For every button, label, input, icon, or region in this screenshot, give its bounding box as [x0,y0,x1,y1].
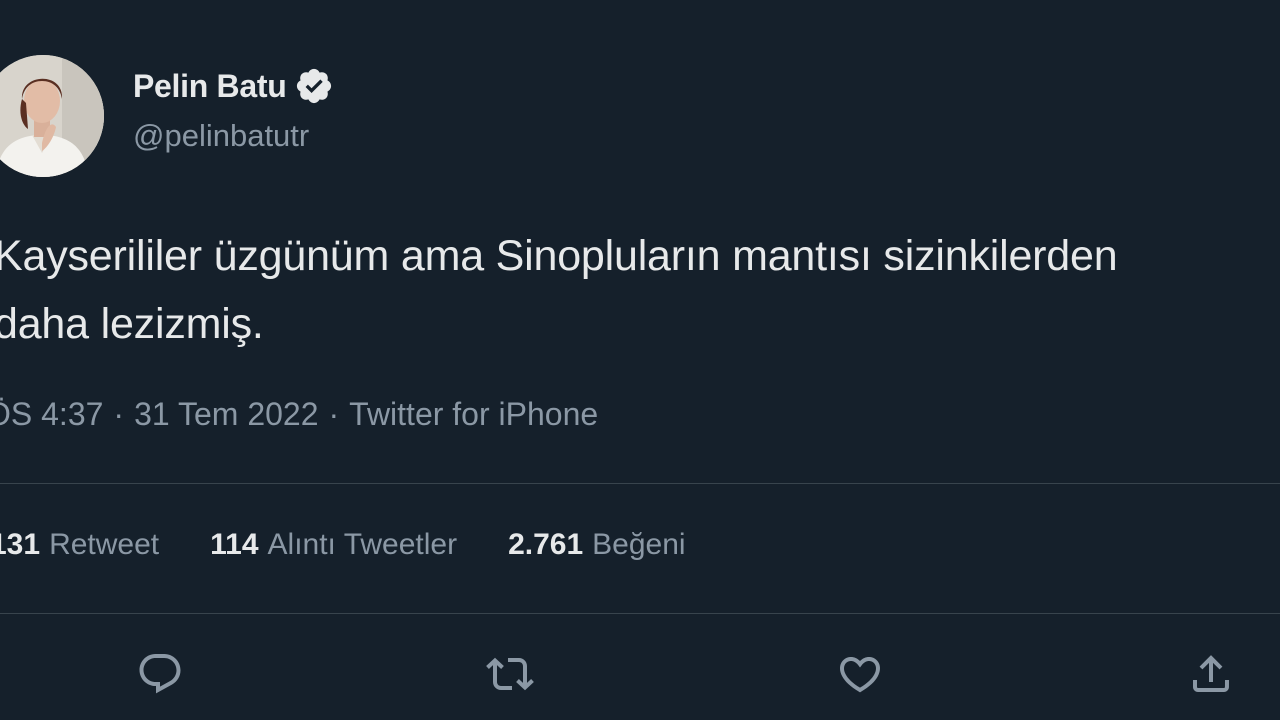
tweet-detail: Pelin Batu @pelinbatutr Kayserililer üzg… [0,0,1280,720]
tweet-date[interactable]: 31 Tem 2022 [134,396,318,432]
quote-label: Alıntı Tweetler [267,528,458,561]
like-icon [839,657,881,693]
meta-separator: · [328,396,340,432]
tweet-time[interactable]: ÖS 4:37 [0,396,103,432]
quote-count: 114 [210,528,259,561]
retweet-icon [486,657,534,691]
share-button[interactable] [1183,646,1239,702]
divider [0,613,1280,614]
author-handle[interactable]: @pelinbatutr [133,118,309,154]
retweet-label: Retweet [49,528,160,561]
retweet-count: 131 [0,528,41,561]
verified-badge-icon [297,68,332,104]
tweet-text: Kayserililer üzgünüm ama Sinopluların ma… [0,232,1118,348]
like-count: 2.761 [508,528,584,561]
tweet-meta: ÖS 4:37·31 Tem 2022·Twitter for iPhone [0,396,598,433]
author-name-row: Pelin Batu [133,66,334,106]
avatar[interactable] [0,55,104,177]
like-count-link[interactable]: 2.761 Beğeni [508,528,686,562]
divider [0,483,1280,484]
reply-icon [139,654,181,694]
share-icon [1193,655,1229,692]
like-button[interactable] [832,646,888,702]
like-label: Beğeni [592,528,686,561]
retweet-button[interactable] [482,646,538,702]
profile-photo-icon [0,55,104,177]
tweet-stats: 131 Retweet 114 Alıntı Tweetler 2.761 Be… [0,528,686,562]
retweet-count-link[interactable]: 131 Retweet [0,528,159,562]
display-name[interactable]: Pelin Batu [133,68,287,105]
meta-separator: · [113,396,125,432]
tweet-source[interactable]: Twitter for iPhone [349,396,598,432]
reply-button[interactable] [132,646,188,702]
quote-count-link[interactable]: 114 Alıntı Tweetler [210,528,457,562]
